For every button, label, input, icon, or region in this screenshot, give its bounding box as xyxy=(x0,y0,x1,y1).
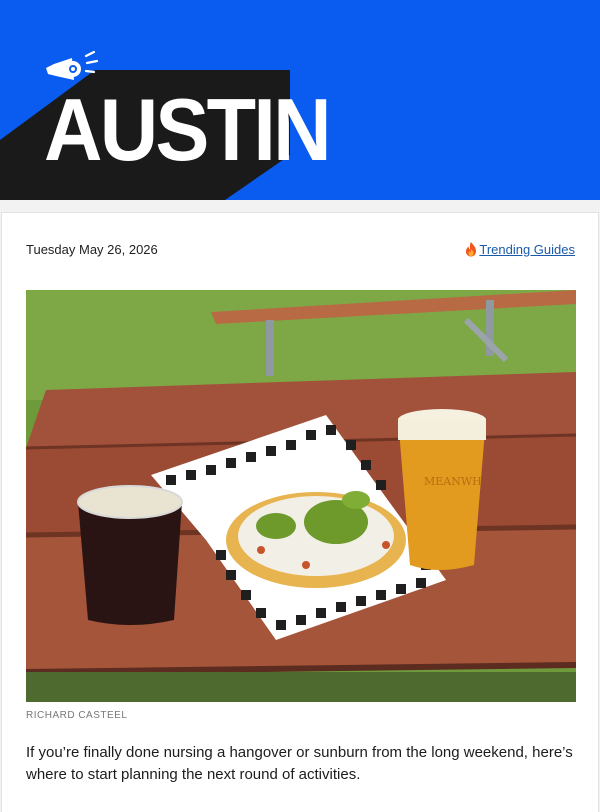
trending-guides[interactable]: Trending Guides xyxy=(464,241,575,257)
trending-guides-link[interactable]: Trending Guides xyxy=(479,242,575,257)
photo-credit: RICHARD CASTEEL xyxy=(26,710,128,721)
fire-icon xyxy=(466,242,477,257)
lede-paragraph: If you’re finally done nursing a hangove… xyxy=(26,744,573,783)
issue-date: Tuesday May 26, 2026 xyxy=(26,242,158,257)
hero-photo[interactable]: MEANWH xyxy=(26,290,576,702)
brand-wordmark[interactable]: AUSTIN xyxy=(44,86,332,174)
newsletter-card: Tuesday May 26, 2026 Trending Guides MEA… xyxy=(1,212,599,812)
newsletter-header: AUSTIN xyxy=(0,0,600,200)
glass-print: MEANWH xyxy=(424,475,482,488)
megaphone-icon xyxy=(46,50,99,80)
